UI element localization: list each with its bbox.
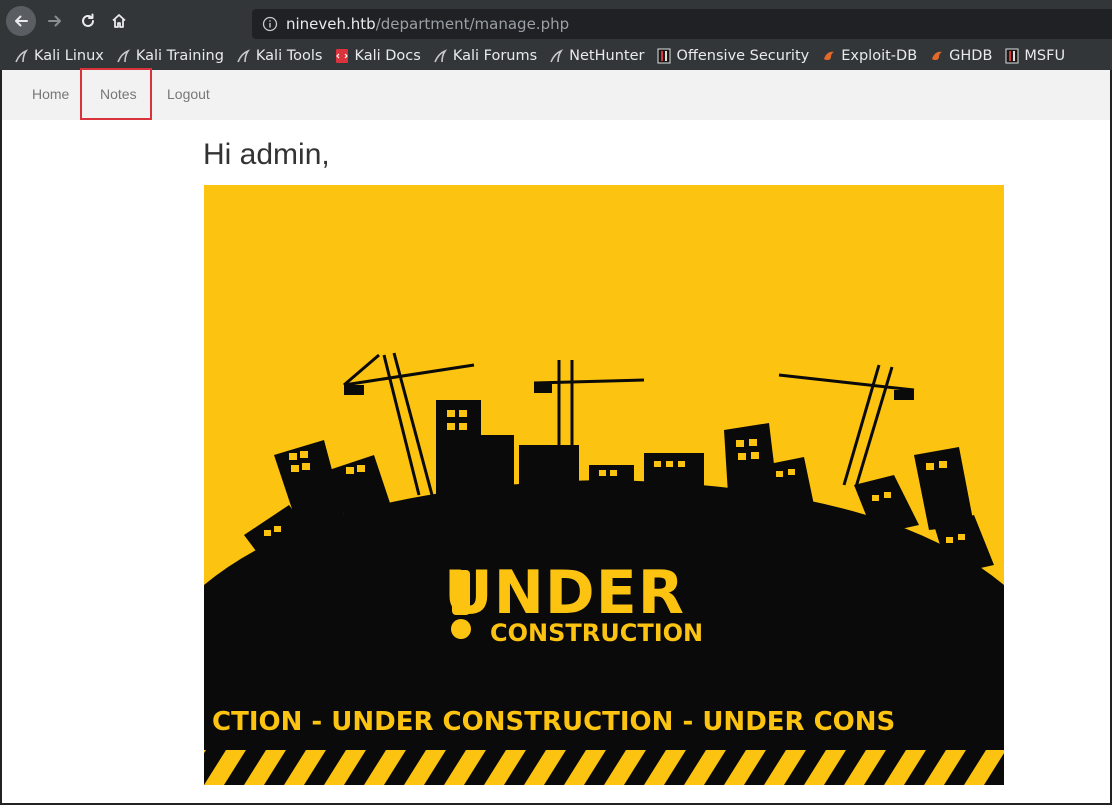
bookmark-label: Kali Training	[135, 48, 224, 64]
info-icon[interactable]	[262, 16, 278, 32]
kali-dragon-icon	[116, 48, 132, 64]
url-host: nineveh.htb	[286, 15, 376, 33]
nav-home-link[interactable]: Home	[32, 86, 69, 102]
kali-dragon-icon	[236, 48, 252, 64]
bookmark-offensive-security[interactable]: Offensive Security	[656, 48, 809, 64]
bookmark-label: Kali Docs	[354, 48, 421, 64]
construction-illustration	[204, 352, 1004, 785]
bookmark-label: Offensive Security	[676, 48, 810, 64]
offsec-icon	[1004, 48, 1020, 64]
bookmark-kali-forums[interactable]: Kali Forums	[433, 48, 537, 64]
kali-dragon-icon	[433, 48, 449, 64]
bookmark-label: MSFU	[1024, 48, 1066, 64]
bookmark-label: Kali Linux	[34, 48, 104, 64]
bookmark-kali-training[interactable]: Kali Training	[116, 48, 224, 64]
offsec-icon	[656, 48, 672, 64]
nav-logout-link[interactable]: Logout	[167, 86, 210, 102]
address-bar[interactable]: nineveh.htb/department/manage.php	[252, 9, 1112, 39]
bookmark-label: Exploit-DB	[841, 48, 918, 64]
bookmark-kali-docs[interactable]: Kali Docs	[334, 48, 421, 64]
exploitdb-icon	[821, 48, 837, 64]
arrow-right-icon	[48, 15, 61, 27]
browser-chrome: nineveh.htb/department/manage.php Kali L…	[0, 0, 1112, 70]
bookmark-exploit-db[interactable]: Exploit-DB	[821, 48, 917, 64]
forward-button[interactable]	[40, 6, 70, 36]
kali-docs-icon	[334, 48, 350, 64]
home-icon	[112, 14, 126, 28]
url-path: /department/manage.php	[375, 15, 570, 33]
banner-strip-text: CTION - UNDER CONSTRUCTION - UNDER CONS	[212, 707, 896, 737]
bookmark-nethunter[interactable]: NetHunter	[549, 48, 644, 64]
arrow-left-icon	[15, 15, 28, 27]
kali-dragon-icon	[14, 48, 30, 64]
home-button[interactable]	[104, 6, 134, 36]
bookmark-label: Kali Forums	[452, 48, 538, 64]
bookmark-ghdb[interactable]: GHDB	[929, 48, 992, 64]
bookmarks-bar: Kali Linux Kali Training Kali Tools Kali Do…	[0, 42, 1112, 70]
page-greeting: Hi admin,	[203, 138, 330, 171]
reload-button[interactable]	[73, 6, 103, 36]
banner-subline: CONSTRUCTION	[490, 619, 704, 647]
bookmark-kali-tools[interactable]: Kali Tools	[236, 48, 323, 64]
exploitdb-icon	[929, 48, 945, 64]
url-text: nineveh.htb/department/manage.php	[286, 15, 569, 33]
browser-toolbar: nineveh.htb/department/manage.php	[0, 0, 1112, 42]
under-construction-banner: UNDER CONSTRUCTION CTION - UNDER CONSTRU…	[204, 185, 1004, 785]
nethunter-icon	[549, 48, 565, 64]
bookmark-label: NetHunter	[569, 48, 645, 64]
bookmark-msfu[interactable]: MSFU	[1004, 48, 1065, 64]
banner-headline: UNDER	[444, 558, 685, 628]
notes-highlight-box	[80, 68, 152, 120]
back-button[interactable]	[6, 6, 36, 36]
reload-icon	[82, 13, 94, 27]
page-content: Home Notes Logout Hi admin, UNDER CONSTR…	[0, 68, 1112, 805]
bookmark-label: Kali Tools	[255, 48, 323, 64]
bookmark-kali-linux[interactable]: Kali Linux	[14, 48, 104, 64]
site-navbar: Home Notes Logout	[2, 68, 1110, 120]
bookmark-label: GHDB	[949, 48, 993, 64]
